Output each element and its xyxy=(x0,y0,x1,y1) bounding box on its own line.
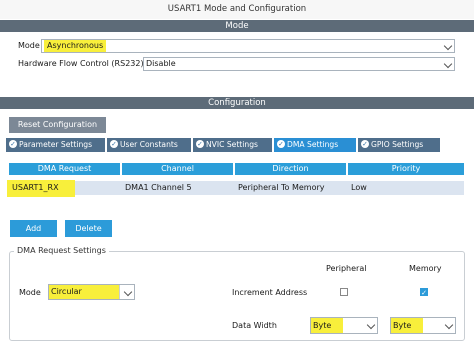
increment-address-label: Increment Address xyxy=(232,288,308,297)
peripheral-column-header: Peripheral xyxy=(326,264,367,273)
direction-cell: Peripheral To Memory xyxy=(238,183,325,192)
memory-column-header: Memory xyxy=(409,264,442,273)
flow-control-value: Disable xyxy=(146,59,176,68)
column-header-direction[interactable]: Direction xyxy=(235,163,346,175)
tab-nvic-settings[interactable]: ✓ NVIC Settings xyxy=(193,138,272,152)
add-button[interactable]: Add xyxy=(10,220,57,237)
peripheral-data-width-select[interactable]: Byte xyxy=(310,317,378,334)
priority-cell: Low xyxy=(351,183,367,192)
column-header-channel[interactable]: Channel xyxy=(122,163,233,175)
flow-control-select[interactable]: Disable xyxy=(143,57,455,71)
flow-control-label: Hardware Flow Control (RS232) xyxy=(18,59,144,68)
check-circle-icon: ✓ xyxy=(196,140,204,148)
tab-gpio-settings[interactable]: ✓ GPIO Settings xyxy=(358,138,440,152)
dma-mode-select[interactable]: Circular xyxy=(48,284,135,300)
configuration-section-header: Configuration xyxy=(0,97,474,109)
chevron-down-icon xyxy=(444,320,454,330)
channel-cell: DMA1 Channel 5 xyxy=(125,183,192,192)
memory-increment-checkbox[interactable]: ✓ xyxy=(420,288,428,297)
memory-data-width-value: Byte xyxy=(393,321,412,330)
dma-request-cell: USART1_RX xyxy=(12,183,59,192)
dma-mode-value: Circular xyxy=(51,287,82,296)
reset-configuration-button[interactable]: Reset Configuration xyxy=(9,117,106,133)
mode-select-value: Asynchronous xyxy=(44,40,107,52)
check-circle-icon: ✓ xyxy=(9,140,17,148)
mode-section-header: Mode xyxy=(0,20,474,32)
dma-mode-label: Mode xyxy=(19,288,41,297)
dma-request-settings-legend: DMA Request Settings xyxy=(14,246,109,256)
column-header-dma-request[interactable]: DMA Request xyxy=(9,163,120,175)
mode-label: Mode xyxy=(18,41,40,50)
check-circle-icon: ✓ xyxy=(361,140,369,148)
chevron-down-icon xyxy=(366,320,376,330)
tab-user-constants[interactable]: ✓ User Constants xyxy=(107,138,191,152)
column-header-priority[interactable]: Priority xyxy=(348,163,464,175)
delete-button[interactable]: Delete xyxy=(65,220,112,237)
chevron-down-icon xyxy=(443,59,453,69)
memory-data-width-select[interactable]: Byte xyxy=(390,317,456,334)
peripheral-increment-checkbox[interactable] xyxy=(340,288,348,296)
mode-select[interactable]: Asynchronous xyxy=(41,39,455,53)
chevron-down-icon xyxy=(443,41,453,51)
data-width-label: Data Width xyxy=(232,321,277,330)
settings-tabs: ✓ Parameter Settings ✓ User Constants ✓ NVI… xyxy=(0,138,474,152)
peripheral-data-width-value: Byte xyxy=(313,321,332,330)
window-title: USART1 Mode and Configuration xyxy=(0,0,474,19)
tab-dma-settings[interactable]: ✓ DMA Settings xyxy=(274,138,356,152)
tab-parameter-settings[interactable]: ✓ Parameter Settings xyxy=(6,138,105,152)
check-circle-icon: ✓ xyxy=(277,140,285,148)
check-circle-icon: ✓ xyxy=(110,140,118,148)
